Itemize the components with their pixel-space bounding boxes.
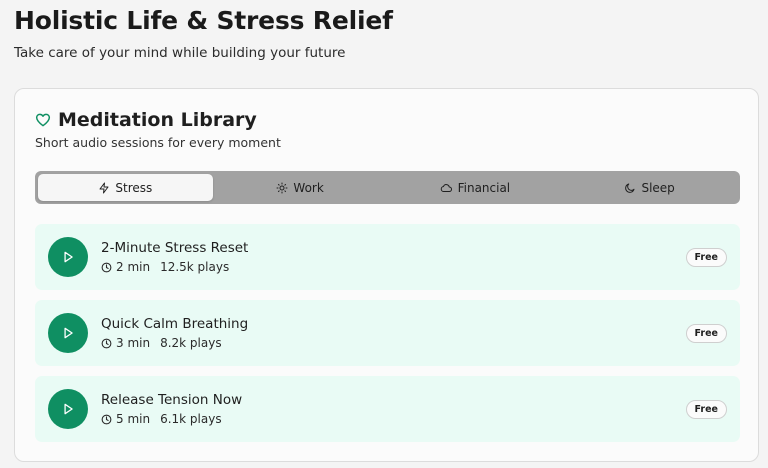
- status-badge: Free: [685, 400, 727, 419]
- play-button[interactable]: [48, 237, 88, 277]
- clock-icon: [101, 262, 112, 273]
- session-list: 2-Minute Stress Reset 2 min 12.5k plays …: [35, 224, 740, 452]
- tab-label: Work: [293, 180, 324, 195]
- session-duration: 2 min: [116, 260, 151, 274]
- moon-icon: [625, 183, 635, 193]
- session-plays: 12.5k plays: [160, 260, 230, 274]
- heart-icon: [35, 112, 51, 128]
- tab-label: Stress: [115, 180, 153, 195]
- cloud-icon: [440, 183, 452, 192]
- tab-work[interactable]: Work: [213, 174, 388, 201]
- list-item[interactable]: Quick Calm Breathing 3 min 8.2k plays Fr…: [35, 300, 740, 366]
- page-title: Holistic Life & Stress Relief: [14, 6, 393, 35]
- card-header: Meditation Library: [35, 108, 257, 132]
- session-title: Quick Calm Breathing: [101, 316, 249, 332]
- play-button[interactable]: [48, 389, 88, 429]
- session-meta: 5 min 6.1k plays: [101, 411, 222, 427]
- list-item[interactable]: 2-Minute Stress Reset 2 min 12.5k plays …: [35, 224, 740, 290]
- card-subtitle: Short audio sessions for every moment: [35, 135, 281, 150]
- page-subtitle: Take care of your mind while building yo…: [14, 45, 346, 61]
- session-plays: 8.2k plays: [160, 336, 222, 350]
- list-item[interactable]: Release Tension Now 5 min 6.1k plays Fre…: [35, 376, 740, 442]
- play-icon: [64, 327, 73, 339]
- lightning-icon: [99, 182, 109, 193]
- status-badge: Free: [685, 248, 727, 267]
- session-meta: 3 min 8.2k plays: [101, 335, 222, 351]
- tab-label: Sleep: [641, 180, 675, 195]
- play-icon: [64, 403, 73, 415]
- tab-financial[interactable]: Financial: [388, 174, 563, 201]
- session-title: Release Tension Now: [101, 392, 243, 408]
- card-title: Meditation Library: [58, 109, 257, 131]
- clock-icon: [101, 414, 112, 425]
- tab-sleep[interactable]: Sleep: [562, 174, 737, 201]
- play-icon: [64, 251, 73, 263]
- tab-label: Financial: [457, 180, 511, 195]
- session-duration: 5 min: [116, 412, 151, 426]
- status-badge: Free: [685, 324, 727, 343]
- session-title: 2-Minute Stress Reset: [101, 240, 249, 256]
- meditation-library-card: Meditation Library Short audio sessions …: [14, 88, 759, 462]
- play-button[interactable]: [48, 313, 88, 353]
- clock-icon: [101, 338, 112, 349]
- tab-stress[interactable]: Stress: [38, 174, 213, 201]
- session-plays: 6.1k plays: [160, 412, 222, 426]
- session-meta: 2 min 12.5k plays: [101, 259, 229, 275]
- session-duration: 3 min: [116, 336, 151, 350]
- category-tabs: Stress Work Financial Sleep: [35, 171, 740, 204]
- sun-icon: [276, 182, 288, 193]
